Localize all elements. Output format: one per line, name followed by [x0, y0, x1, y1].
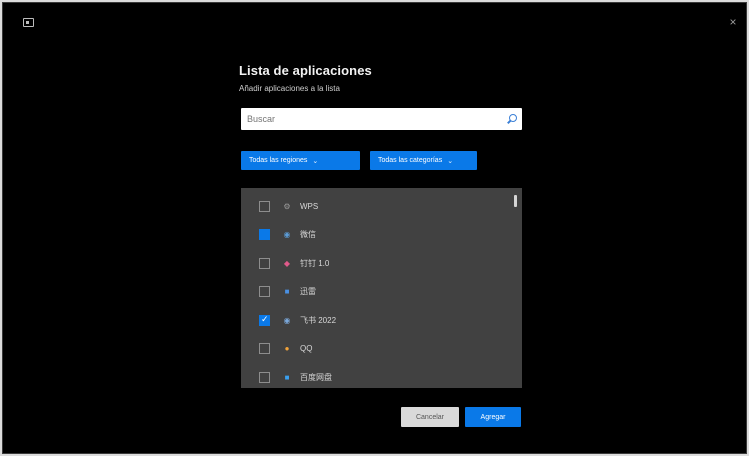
search-box[interactable]: [241, 108, 522, 130]
app-checkbox[interactable]: [259, 229, 270, 240]
document-app-icon: ■: [284, 287, 290, 296]
filter-bar: Todas las regiones ⌄ Todas las categoría…: [241, 151, 477, 170]
penguin-app-icon: ●: [284, 344, 290, 353]
chevron-down-icon: ⌄: [447, 157, 454, 165]
app-checkbox[interactable]: [259, 286, 270, 297]
list-item[interactable]: ■ 迅雷: [241, 283, 501, 301]
search-input[interactable]: [241, 114, 496, 124]
list-item[interactable]: ● QQ: [241, 340, 501, 358]
category-filter-label: Todas las categorías: [378, 157, 443, 164]
add-button[interactable]: Agregar: [465, 407, 521, 427]
app-checkbox[interactable]: [259, 314, 270, 326]
region-filter-button[interactable]: Todas las regiones ⌄: [241, 151, 360, 170]
app-label: QQ: [300, 344, 313, 353]
app-label: 迅雷: [300, 287, 316, 296]
app-checkbox[interactable]: [259, 200, 270, 212]
chevron-down-icon: ⌄: [312, 157, 319, 165]
list-item[interactable]: ⚙ WPS: [241, 197, 501, 215]
app-label: 飞书 2022: [300, 315, 337, 325]
search-icon[interactable]: [509, 114, 517, 122]
app-checkbox[interactable]: [259, 371, 270, 383]
close-button[interactable]: ×: [726, 15, 740, 29]
app-label: 钉钉 1.0: [300, 258, 330, 268]
app-checkbox[interactable]: [259, 343, 270, 354]
app-list-dialog: Lista de aplicaciones Añadir aplicacione…: [239, 63, 524, 427]
list-item[interactable]: ◉ 微信: [241, 226, 501, 244]
app-window: × Lista de aplicaciones Añadir aplicacio…: [2, 2, 747, 454]
category-filter-button[interactable]: Todas las categorías ⌄: [370, 151, 477, 170]
dingtalk-app-icon: ◆: [283, 258, 291, 268]
cloud-app-icon: ◉: [283, 315, 291, 325]
app-label: 微信: [300, 230, 316, 239]
region-filter-label: Todas las regiones: [249, 157, 308, 164]
app-list[interactable]: ⚙ WPS ◉ 微信 ◆ 钉钉 1.0 ■ 迅雷 ◉ 飞书 2022 ● QQ ■ 百度网盘: [241, 188, 522, 388]
disk-app-icon: ■: [284, 372, 290, 382]
app-logo-icon: [23, 18, 34, 27]
app-checkbox[interactable]: [259, 257, 270, 269]
dialog-subtitle: Añadir aplicaciones a la lista: [239, 84, 340, 93]
list-item[interactable]: ◉ 飞书 2022: [241, 311, 501, 329]
dialog-actions: Cancelar Agregar: [401, 407, 521, 427]
app-label: 百度网盘: [300, 372, 332, 382]
list-item[interactable]: ◆ 钉钉 1.0: [241, 254, 501, 272]
app-label: WPS: [300, 201, 319, 211]
dialog-title: Lista de aplicaciones: [239, 63, 372, 78]
settings-app-icon: ⚙: [283, 201, 291, 211]
chat-app-icon: ◉: [283, 230, 291, 239]
list-item[interactable]: ■ 百度网盘: [241, 368, 501, 386]
list-scrollbar[interactable]: [514, 195, 517, 207]
cancel-button[interactable]: Cancelar: [401, 407, 459, 427]
